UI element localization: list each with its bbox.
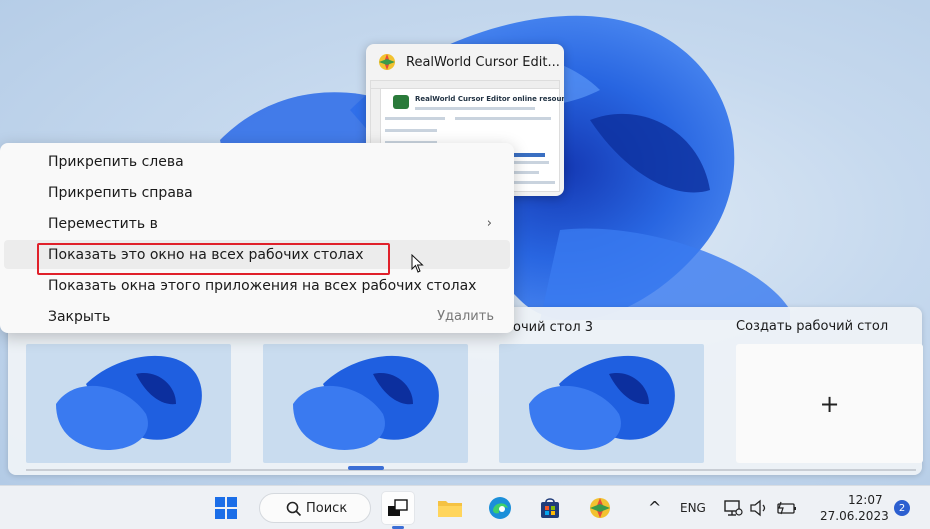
search-label: Поиск bbox=[306, 500, 348, 516]
bloom-wallpaper-art bbox=[529, 355, 675, 450]
battery-button[interactable] bbox=[774, 492, 800, 524]
desktop-1-thumbnail[interactable] bbox=[26, 344, 231, 463]
taskbar-search[interactable]: Поиск bbox=[259, 493, 371, 523]
menu-item-close[interactable]: Закрыть Удалить bbox=[4, 302, 510, 331]
cursor-editor-app-button[interactable] bbox=[584, 492, 616, 524]
menu-item-label: Прикрепить справа bbox=[48, 184, 193, 201]
windows-logo-icon bbox=[215, 497, 237, 519]
file-explorer-button[interactable] bbox=[434, 492, 466, 524]
language-indicator[interactable]: ENG bbox=[680, 501, 706, 515]
desktop-3-thumbnail[interactable] bbox=[499, 344, 704, 463]
thumbnail-header: RealWorld Cursor Edit... bbox=[366, 44, 564, 80]
menu-item-snap-left[interactable]: Прикрепить слева bbox=[4, 147, 510, 176]
battery-icon bbox=[777, 501, 796, 515]
start-button[interactable] bbox=[210, 492, 242, 524]
chevron-right-icon: › bbox=[486, 216, 492, 231]
plus-icon: + bbox=[819, 389, 840, 418]
preview-heading: RealWorld Cursor Editor online resources bbox=[415, 95, 564, 103]
speaker-icon bbox=[750, 499, 766, 517]
network-icon bbox=[724, 500, 743, 516]
task-view-button[interactable] bbox=[382, 492, 414, 524]
thumbnail-title: RealWorld Cursor Edit... bbox=[406, 54, 560, 70]
notification-badge[interactable]: 2 bbox=[894, 500, 910, 516]
taskbar: Поиск ^ ENG 12:07 27.06.2023 2 bbox=[0, 485, 930, 529]
folder-icon bbox=[438, 501, 462, 517]
menu-item-label: Показать окна этого приложения на всех р… bbox=[48, 277, 477, 294]
mouse-pointer-icon bbox=[411, 254, 424, 273]
app-icon bbox=[379, 54, 395, 70]
menu-item-label: Прикрепить слева bbox=[48, 153, 184, 170]
network-button[interactable] bbox=[722, 492, 744, 524]
bloom-wallpaper-art bbox=[56, 355, 202, 450]
bloom-wallpaper-art bbox=[293, 355, 439, 450]
preview-logo-icon bbox=[393, 95, 409, 109]
menu-item-label: Закрыть bbox=[48, 308, 111, 325]
desktops-scrollbar-track[interactable] bbox=[26, 469, 916, 471]
search-icon bbox=[286, 501, 302, 517]
new-desktop-label: Создать рабочий стол bbox=[736, 319, 889, 334]
clock-date[interactable]: 27.06.2023 bbox=[820, 509, 889, 523]
edge-browser-button[interactable] bbox=[484, 492, 516, 524]
desktops-scrollbar-thumb[interactable] bbox=[348, 466, 384, 470]
store-button[interactable] bbox=[534, 492, 566, 524]
menu-item-show-app-windows-all-desktops[interactable]: Показать окна этого приложения на всех р… bbox=[4, 271, 510, 300]
menu-item-label: Переместить в bbox=[48, 215, 158, 232]
desktop-3-label: бочий стол 3 bbox=[505, 320, 594, 335]
desktop-2-thumbnail[interactable] bbox=[263, 344, 468, 463]
window-context-menu: Прикрепить слева Прикрепить справа Перем… bbox=[0, 143, 514, 333]
store-icon bbox=[541, 498, 559, 518]
app-icon bbox=[590, 498, 610, 518]
clock-time[interactable]: 12:07 bbox=[848, 493, 883, 507]
edge-icon bbox=[489, 497, 511, 519]
new-desktop-button[interactable]: + bbox=[736, 344, 923, 463]
menu-item-snap-right[interactable]: Прикрепить справа bbox=[4, 178, 510, 207]
volume-button[interactable] bbox=[748, 492, 770, 524]
chevron-up-icon[interactable]: ^ bbox=[648, 498, 661, 517]
menu-item-shortcut: Удалить bbox=[437, 309, 494, 324]
task-view-icon bbox=[388, 499, 408, 516]
menu-item-move-to[interactable]: Переместить в › bbox=[4, 209, 510, 238]
red-highlight-annotation bbox=[37, 243, 390, 275]
